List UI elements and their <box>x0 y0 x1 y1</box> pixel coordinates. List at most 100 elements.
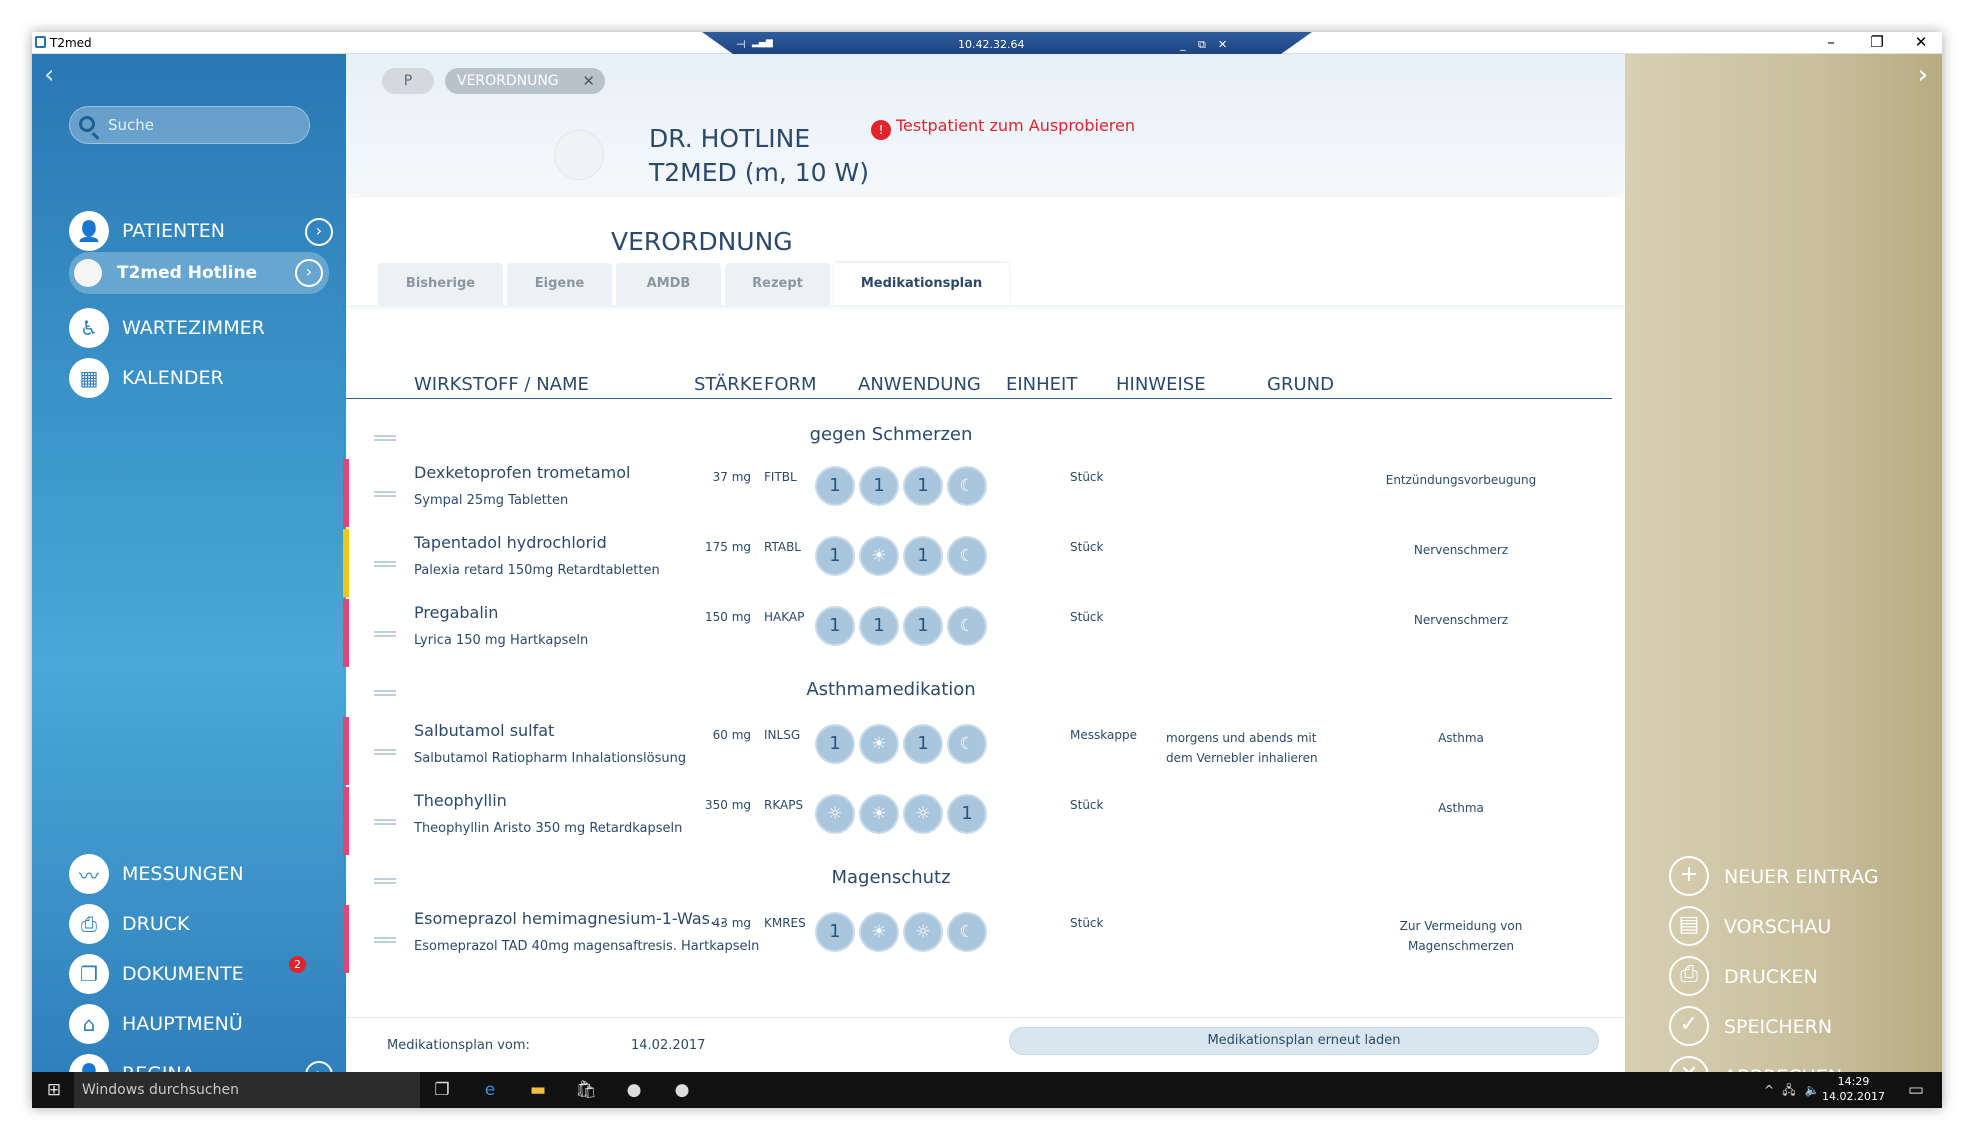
dose-evening-sunset-icon[interactable]: ☼ <box>903 912 943 952</box>
sidebar-item-kalender[interactable]: ▦ KALENDER <box>69 356 329 398</box>
dose-morning[interactable]: 1 <box>815 724 855 764</box>
dose-morning[interactable]: 1 <box>815 536 855 576</box>
col-notes[interactable]: HINWEISE <box>1116 374 1206 395</box>
maximize-button[interactable]: ❐ <box>1854 32 1900 54</box>
chevron-right-icon[interactable]: › <box>305 218 333 246</box>
drag-handle-icon[interactable] <box>374 561 396 567</box>
verordnung-chip[interactable]: VERORDNUNG ✕ <box>445 68 605 94</box>
clock-time: 14:29 <box>1837 1075 1870 1088</box>
table-row[interactable]: Salbutamol sulfat Salbutamol Ratiopharm … <box>343 717 1612 785</box>
file-explorer-icon[interactable]: ▬ <box>526 1078 550 1102</box>
col-strength[interactable]: STÄRKE <box>694 374 763 395</box>
sidebar-item-hauptmenue[interactable]: ⌂ HAUPTMENÜ <box>69 1002 329 1044</box>
dose-morning[interactable]: 1 <box>815 912 855 952</box>
tab-amdb[interactable]: AMDB <box>616 263 721 305</box>
group-header: Magenschutz <box>831 867 951 888</box>
minimize-button[interactable]: – <box>1808 32 1854 54</box>
dose-evening[interactable]: 1 <box>903 724 943 764</box>
col-usage[interactable]: ANWENDUNG <box>858 374 981 395</box>
patient-chip[interactable]: P <box>382 68 434 94</box>
product-name: Lyrica 150 mg Hartkapseln <box>414 633 589 648</box>
drag-handle-icon[interactable] <box>374 435 396 441</box>
dose-noon-sun-icon[interactable]: ☀ <box>859 536 899 576</box>
dose-noon-sun-icon[interactable]: ☀ <box>859 724 899 764</box>
tab-medikationsplan[interactable]: Medikationsplan <box>834 263 1009 305</box>
save-button[interactable]: ✓ SPEICHERN <box>1669 1006 1929 1046</box>
tab-eigene[interactable]: Eigene <box>507 263 612 305</box>
col-unit[interactable]: EINHEIT <box>1006 374 1077 395</box>
app-user-active-icon[interactable]: ● <box>670 1078 694 1102</box>
sidebar-item-hotline[interactable]: T2med Hotline › <box>69 252 329 294</box>
dose-morning-sunrise-icon[interactable]: ☼ <box>815 794 855 834</box>
dose-night[interactable]: 1 <box>947 794 987 834</box>
tab-bisherige[interactable]: Bisherige <box>378 263 503 305</box>
dose-evening[interactable]: 1 <box>903 606 943 646</box>
drag-handle-icon[interactable] <box>374 491 396 497</box>
table-row[interactable]: Tapentadol hydrochlorid Palexia retard 1… <box>343 529 1612 597</box>
sidebar-item-patienten[interactable]: 👤 PATIENTEN › <box>69 209 333 251</box>
action-label: VORSCHAU <box>1724 916 1832 938</box>
new-entry-button[interactable]: + NEUER EINTRAG <box>1669 856 1929 896</box>
dose-night-moon-icon[interactable]: ☾ <box>947 536 987 576</box>
taskbar-clock[interactable]: 14:29 14.02.2017 <box>1822 1074 1885 1104</box>
search-box[interactable] <box>69 106 310 144</box>
edge-browser-icon[interactable]: e <box>478 1078 502 1102</box>
chevron-right-icon[interactable]: › <box>1918 60 1928 90</box>
drag-handle-icon[interactable] <box>374 690 396 696</box>
chevron-left-icon[interactable]: ‹ <box>44 60 54 90</box>
dose-evening-sunset-icon[interactable]: ☼ <box>903 794 943 834</box>
store-icon[interactable]: 🛍 <box>574 1078 598 1102</box>
close-icon[interactable]: ✕ <box>582 68 595 94</box>
substance-name: Theophyllin <box>414 791 507 810</box>
dose-noon[interactable]: 1 <box>859 606 899 646</box>
drag-handle-icon[interactable] <box>374 937 396 943</box>
dose-morning[interactable]: 1 <box>815 606 855 646</box>
dose-night-moon-icon[interactable]: ☾ <box>947 912 987 952</box>
col-form[interactable]: FORM <box>764 374 817 395</box>
notifications-icon[interactable]: ▭ <box>1904 1078 1928 1102</box>
form: RKAPS <box>764 798 804 812</box>
chevron-right-icon[interactable]: › <box>295 259 323 287</box>
table-row[interactable]: Esomeprazol hemimagnesium-1-Was... Esome… <box>343 905 1612 973</box>
printer-icon: ⎙ <box>1669 956 1709 996</box>
volume-icon[interactable]: 🔈 <box>1800 1078 1824 1102</box>
dose-noon[interactable]: 1 <box>859 466 899 506</box>
drag-handle-icon[interactable] <box>374 631 396 637</box>
rdp-close-button[interactable]: ✕ <box>1218 38 1227 51</box>
table-row[interactable]: Pregabalin Lyrica 150 mg Hartkapseln 150… <box>343 599 1612 667</box>
sidebar-item-druck[interactable]: ⎙ DRUCK <box>69 902 329 944</box>
dose-night-moon-icon[interactable]: ☾ <box>947 606 987 646</box>
windows-start-icon[interactable]: ⊞ <box>42 1078 66 1102</box>
sidebar-item-wartezimmer[interactable]: ♿ WARTEZIMMER <box>69 306 329 348</box>
dose-evening[interactable]: 1 <box>903 466 943 506</box>
col-reason[interactable]: GRUND <box>1267 374 1334 395</box>
rdp-minimize-button[interactable]: _ <box>1180 38 1186 51</box>
close-button[interactable]: ✕ <box>1898 32 1942 54</box>
drag-handle-icon[interactable] <box>374 878 396 884</box>
network-icon[interactable]: 🖧 <box>1777 1078 1801 1102</box>
sidebar-item-dokumente[interactable]: ❐ DOKUMENTE 2 <box>69 952 329 994</box>
tab-rezept[interactable]: Rezept <box>725 263 830 305</box>
table-row[interactable]: Dexketoprofen trometamol Sympal 25mg Tab… <box>343 459 1612 527</box>
preview-button[interactable]: ▤ VORSCHAU <box>1669 906 1929 946</box>
col-name[interactable]: WIRKSTOFF / NAME <box>414 374 589 395</box>
dose-noon-sun-icon[interactable]: ☀ <box>859 912 899 952</box>
dose-night-moon-icon[interactable]: ☾ <box>947 724 987 764</box>
dose-evening[interactable]: 1 <box>903 536 943 576</box>
reload-plan-button[interactable]: Medikationsplan erneut laden <box>1009 1027 1599 1055</box>
taskbar-search[interactable]: Windows durchsuchen <box>74 1072 420 1108</box>
table-row[interactable]: Theophyllin Theophyllin Aristo 350 mg Re… <box>343 787 1612 855</box>
rdp-restore-button[interactable]: ⧉ <box>1198 38 1206 52</box>
drag-handle-icon[interactable] <box>374 819 396 825</box>
pin-icon[interactable]: ⊣ <box>736 38 746 51</box>
search-input[interactable] <box>108 115 298 135</box>
dose-morning[interactable]: 1 <box>815 466 855 506</box>
plan-date-label: Medikationsplan vom: <box>387 1038 530 1053</box>
task-view-icon[interactable]: ❐ <box>430 1078 454 1102</box>
drag-handle-icon[interactable] <box>374 749 396 755</box>
print-button[interactable]: ⎙ DRUCKEN <box>1669 956 1929 996</box>
dose-noon-sun-icon[interactable]: ☀ <box>859 794 899 834</box>
sidebar-item-messungen[interactable]: 〰 MESSUNGEN <box>69 852 329 894</box>
app-user-icon[interactable]: ● <box>622 1078 646 1102</box>
dose-night-moon-icon[interactable]: ☾ <box>947 466 987 506</box>
